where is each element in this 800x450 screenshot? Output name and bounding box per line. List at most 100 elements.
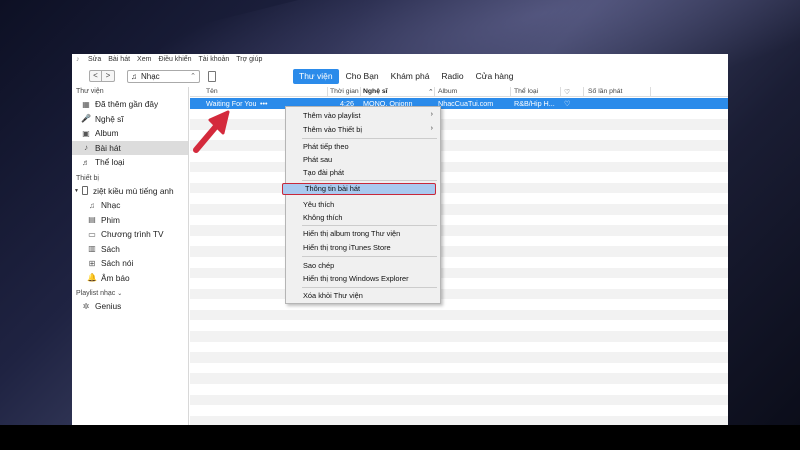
column-header-album[interactable]: Album — [438, 88, 457, 95]
column-header-time[interactable]: Thời gian — [330, 88, 359, 95]
menu-item-create-station[interactable]: Tạo đài phát — [303, 168, 344, 177]
tab-library[interactable]: Thư viện — [293, 68, 339, 84]
sidebar-item-albums[interactable]: ▣ Album — [72, 126, 188, 141]
menu-item-play-next[interactable]: Phát tiếp theo — [303, 142, 349, 151]
menu-item-label: Thêm vào Thiết bị — [303, 125, 363, 134]
table-row[interactable] — [190, 151, 728, 162]
menu-item-play-later[interactable]: Phát sau — [303, 155, 332, 164]
table-row[interactable] — [190, 140, 728, 151]
sidebar-item-songs[interactable]: ♪ Bài hát — [72, 140, 188, 155]
table-row[interactable] — [190, 246, 728, 257]
table-row[interactable] — [190, 415, 728, 425]
table-row[interactable] — [190, 394, 728, 406]
disclosure-triangle-icon[interactable]: ▼ — [74, 188, 79, 194]
column-header-love[interactable]: ♡ — [564, 88, 570, 96]
sidebar-item-label: Chương trình TV — [101, 229, 164, 240]
menu-separator — [302, 225, 437, 226]
table-row[interactable] — [190, 363, 728, 374]
itunes-menu-icon[interactable]: ♪ — [76, 56, 84, 64]
column-divider — [327, 87, 328, 97]
toolbar: < > ♫ Nhạc ⌃ Thư viện Cho Bạn Khám phá R… — [72, 67, 728, 85]
sidebar-item-artists[interactable]: 🎤 Nghệ sĩ — [72, 112, 188, 127]
table-row[interactable] — [190, 384, 728, 395]
table-row[interactable] — [190, 342, 728, 353]
sidebar-item-genius[interactable]: ✲ Genius — [72, 299, 188, 314]
menu-item-show-in-store[interactable]: Hiển thị trong iTunes Store — [303, 243, 391, 252]
table-row[interactable] — [190, 225, 728, 236]
menu-item-delete-from-library[interactable]: Xóa khỏi Thư viện — [303, 291, 363, 300]
sidebar-item-device-tv[interactable]: ▭ Chương trình TV — [72, 227, 188, 242]
table-row[interactable] — [190, 405, 728, 416]
table-row[interactable] — [190, 182, 728, 194]
table-row[interactable] — [190, 109, 728, 120]
menu-help[interactable]: Trợ giúp — [236, 56, 262, 63]
column-header-plays[interactable]: Số lần phát — [588, 88, 622, 95]
table-row[interactable] — [190, 172, 728, 183]
table-row[interactable] — [190, 119, 728, 130]
menu-view[interactable]: Xem — [137, 56, 151, 63]
tab-browse[interactable]: Khám phá — [386, 69, 435, 84]
menu-item-add-to-device[interactable]: Thêm vào Thiết bị › — [303, 125, 439, 134]
forward-button[interactable]: > — [102, 70, 115, 82]
media-kind-label: Nhạc — [141, 71, 160, 81]
menu-song[interactable]: Bài hát — [108, 56, 130, 63]
sidebar-item-device-books[interactable]: ▥ Sách — [72, 242, 188, 257]
menu-item-song-info[interactable]: Thông tin bài hát — [282, 183, 436, 195]
table-row[interactable] — [190, 267, 728, 279]
table-row[interactable] — [190, 203, 728, 215]
tab-radio[interactable]: Radio — [436, 69, 468, 84]
table-row[interactable] — [190, 130, 728, 141]
table-row[interactable] — [190, 299, 728, 310]
table-row[interactable] — [190, 288, 728, 300]
submenu-arrow-icon: › — [430, 125, 433, 132]
menu-item-dislike[interactable]: Không thích — [303, 213, 342, 222]
table-row[interactable] — [190, 161, 728, 173]
sidebar-item-device-audiobooks[interactable]: ⊞ Sách nói — [72, 256, 188, 271]
menu-item-add-to-playlist[interactable]: Thêm vào playlist › — [303, 111, 439, 120]
media-kind-select[interactable]: ♫ Nhạc ⌃ — [127, 69, 200, 83]
sidebar-header-playlists[interactable]: Playlist nhạc ⌄ — [72, 289, 188, 299]
menu-controls[interactable]: Điều khiển — [158, 56, 191, 63]
table-row[interactable] — [190, 331, 728, 342]
column-header-artist[interactable]: Nghệ sĩ — [363, 88, 388, 95]
sidebar-item-genres[interactable]: ♬ Thể loại — [72, 155, 188, 170]
table-row[interactable] — [190, 236, 728, 247]
table-row[interactable] — [190, 373, 728, 385]
table-row-selected[interactable]: Waiting For You ••• 4:26 MONO, Onionn Nh… — [190, 98, 728, 109]
column-header-genre[interactable]: Thể loại — [514, 88, 538, 95]
menu-account[interactable]: Tài khoản — [199, 56, 230, 63]
menu-item-copy[interactable]: Sao chép — [303, 261, 334, 270]
device-icon[interactable] — [208, 70, 216, 82]
menu-separator — [302, 180, 437, 181]
table-row[interactable] — [190, 320, 728, 331]
recent-icon: ▦ — [82, 99, 90, 109]
table-row[interactable] — [190, 257, 728, 268]
table-row[interactable] — [190, 352, 728, 363]
heart-icon[interactable]: ♡ — [564, 99, 570, 108]
menu-item-show-album[interactable]: Hiển thị album trong Thư viện — [303, 229, 400, 238]
back-button[interactable]: < — [89, 70, 102, 82]
menu-item-show-in-explorer[interactable]: Hiển thị trong Windows Explorer — [303, 274, 409, 283]
playlists-header-label: Playlist nhạc — [76, 290, 116, 297]
sidebar-item-device-music[interactable]: ♫ Nhạc — [72, 198, 188, 213]
column-header-name[interactable]: Tên — [206, 88, 218, 95]
table-row[interactable] — [190, 193, 728, 204]
sidebar-item-label: Genius — [95, 301, 122, 312]
sidebar-device[interactable]: ▼ ziệt kiều mù tiếng anh — [72, 184, 188, 199]
menu-separator — [302, 138, 437, 139]
more-options-icon[interactable]: ••• — [260, 99, 268, 108]
sidebar-item-label: Phim — [101, 214, 120, 225]
menu-edit[interactable]: Sửa — [88, 56, 101, 63]
sidebar-item-recent[interactable]: ▦ Đã thêm gần đây — [72, 97, 188, 112]
menu-item-love[interactable]: Yêu thích — [303, 200, 334, 209]
table-row[interactable] — [190, 278, 728, 289]
menubar: ♪ Sửa Bài hát Xem Điều khiển Tài khoản T… — [72, 54, 728, 65]
tab-store[interactable]: Cửa hàng — [471, 69, 519, 84]
sidebar-item-device-movies[interactable]: ▤ Phim — [72, 213, 188, 228]
tab-for-you[interactable]: Cho Bạn — [341, 69, 384, 84]
table-row[interactable] — [190, 309, 728, 321]
sidebar-item-device-tones[interactable]: 🔔 Âm báo — [72, 271, 188, 286]
menu-item-label: Thêm vào playlist — [303, 111, 361, 120]
table-row[interactable] — [190, 215, 728, 226]
column-divider — [434, 87, 435, 97]
